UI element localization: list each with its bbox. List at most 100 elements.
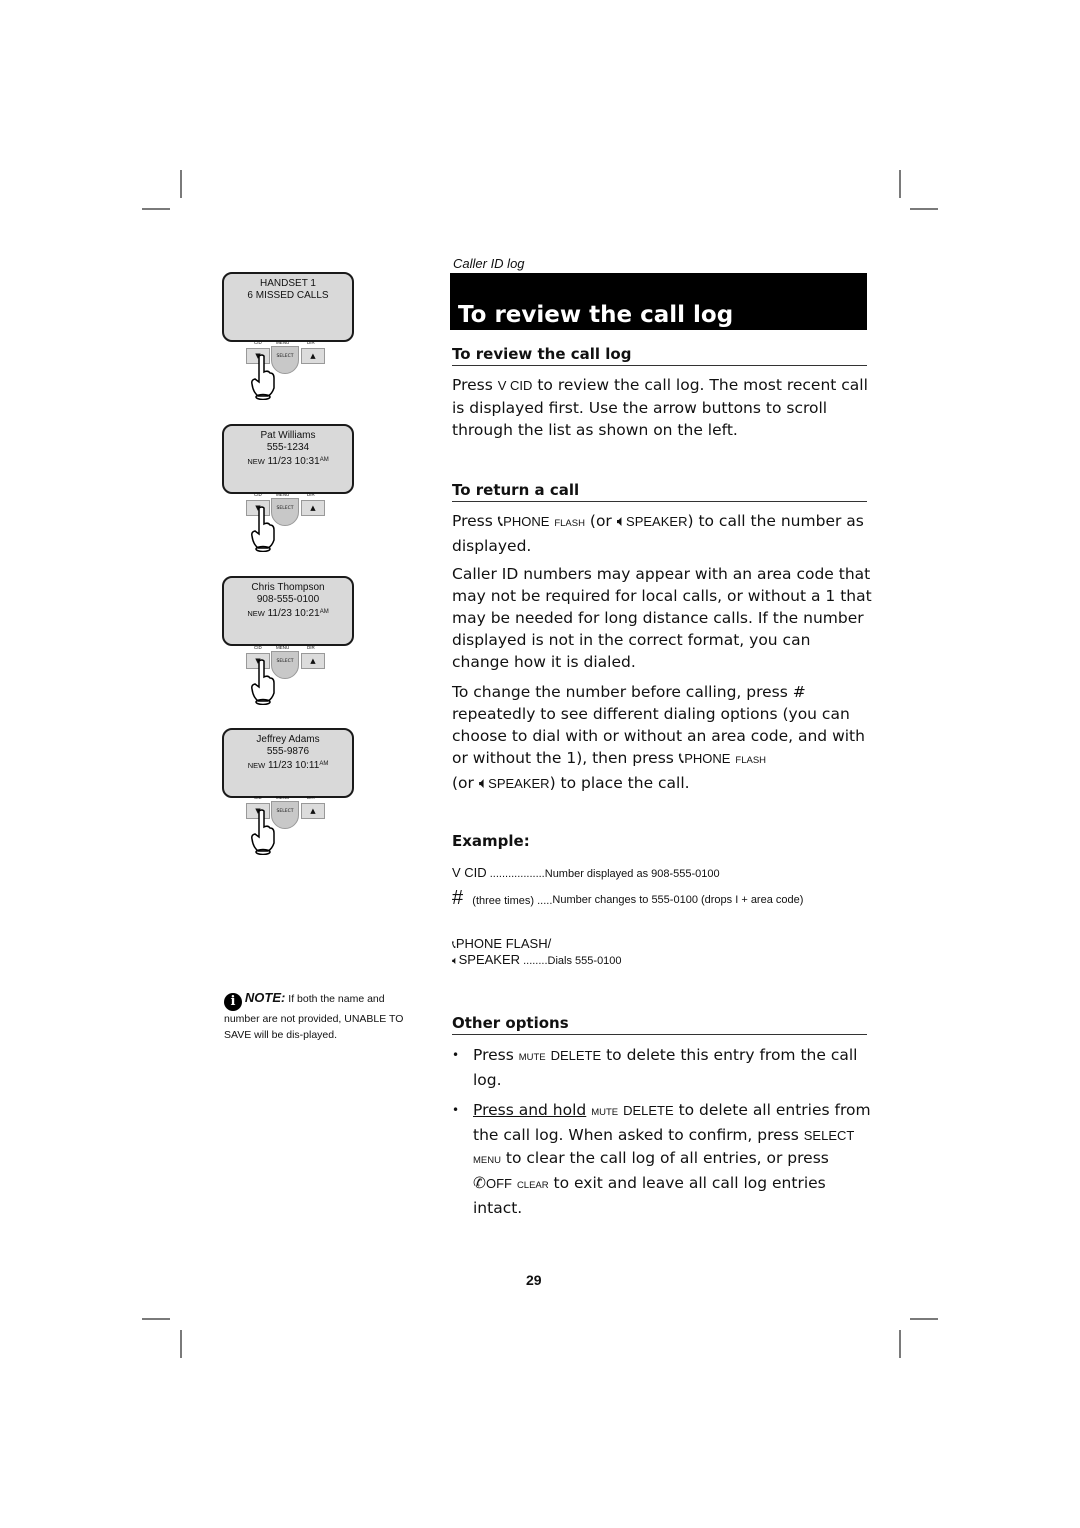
- am-pm: AM: [319, 761, 329, 767]
- pointing-hand-icon: [251, 354, 275, 400]
- caller-name: Jeffrey Adams: [256, 734, 320, 745]
- example-key: #: [452, 887, 464, 909]
- new-badge: NEW: [247, 457, 265, 466]
- page-title-banner: To review the call log: [450, 273, 867, 330]
- flash-key-label: FLASH: [735, 755, 767, 766]
- leader-dots: .....: [534, 895, 553, 907]
- new-badge: NEW: [247, 761, 266, 770]
- menu-label: MENU: [276, 492, 290, 497]
- flash-key-label: FLASH: [554, 518, 585, 529]
- text: Press: [473, 1046, 519, 1064]
- speaker-icon: 🔈︎: [616, 512, 627, 530]
- handset-screen-entry: Chris Thompson 908-555-0100 NEW 11/23 10…: [222, 576, 354, 646]
- caller-number: 555-1234: [266, 442, 310, 453]
- screen-line: 6 MISSED CALLS: [247, 290, 329, 301]
- options-list: Press MUTE DELETE to delete this entry f…: [452, 1044, 872, 1227]
- dir-up-button: ▲: [301, 348, 325, 364]
- handset-screen-entry: Jeffrey Adams 555-9876 NEW 11/23 10:11AM: [222, 728, 354, 798]
- leader-dots: ..................: [486, 868, 545, 880]
- list-item: Press MUTE DELETE to delete this entry f…: [452, 1044, 872, 1091]
- text: Press: [452, 376, 498, 394]
- am-pm: AM: [319, 457, 329, 463]
- list-item: Press and hold MUTE DELETE to delete all…: [452, 1099, 872, 1219]
- select-key-label: SELECT: [803, 1128, 855, 1143]
- change-number-paragraph: To change the number before calling, pre…: [452, 681, 872, 795]
- leader-dots: ........: [520, 955, 548, 967]
- page-title: To review the call log: [458, 302, 734, 328]
- phone-key-label: PHONE: [684, 751, 731, 766]
- note-box: i NOTE: If both the name and number are …: [224, 990, 404, 1043]
- example-row: 📞︎PHONE FLASH/🔈︎SPEAKER ........Dials 55…: [452, 936, 622, 968]
- speaker-icon: 🔈︎: [478, 774, 489, 792]
- keypad-illustration: CID MENU DIR ▼ SELECT ▲: [246, 645, 326, 715]
- caller-name: Chris Thompson: [251, 582, 325, 593]
- example-key: PHONE FLASH/: [455, 936, 552, 951]
- example-key: SPEAKER: [458, 952, 521, 967]
- emphasis-text: Press and hold: [473, 1101, 587, 1119]
- delete-key-label: DELETE: [623, 1103, 674, 1118]
- handset-screen-missed-calls: HANDSET 1 6 MISSED CALLS: [222, 272, 354, 342]
- mute-key-label: MUTE: [518, 1052, 546, 1063]
- mute-key-label: MUTE: [591, 1107, 619, 1118]
- cid-label: CID: [254, 645, 262, 650]
- call-time: 11/23 10:11: [267, 760, 320, 771]
- area-code-paragraph: Caller ID numbers may appear with an are…: [452, 565, 872, 671]
- text: Press: [452, 512, 498, 530]
- crop-mark: [180, 170, 182, 198]
- menu-key-label: MENU: [473, 1155, 501, 1166]
- off-key-label: OFF: [486, 1176, 512, 1191]
- crop-mark: [899, 170, 901, 198]
- page-number: 29: [526, 1272, 542, 1288]
- caller-name: Pat Williams: [260, 430, 316, 441]
- dir-up-button: ▲: [301, 500, 325, 516]
- keypad-illustration: CID MENU DIR ▼ SELECT ▲: [246, 340, 326, 410]
- handset-screen-entry: Pat Williams 555-1234 NEW 11/23 10:31AM: [222, 424, 354, 494]
- speaker-key-label: SPEAKER: [626, 514, 688, 529]
- clear-key-label: CLEAR: [516, 1180, 549, 1191]
- crop-mark: [142, 208, 170, 210]
- example-result: Dials 555-0100: [547, 955, 622, 967]
- cid-label: CID: [254, 492, 262, 497]
- off-handset-icon: ✆: [473, 1174, 486, 1192]
- call-time: 11/23 10:31: [267, 456, 320, 467]
- keypad-illustration: CID MENU DIR ▼ SELECT ▲: [246, 795, 326, 865]
- section-label: Caller ID log: [453, 256, 525, 271]
- phone-key-label: PHONE: [503, 514, 550, 529]
- example-row: # (three times) .....Number changes to 5…: [452, 887, 822, 913]
- heading-example: Example:: [452, 832, 530, 850]
- heading-return-call: To return a call: [452, 481, 867, 502]
- info-icon: i: [224, 993, 242, 1011]
- heading-review-call-log: To review the call log: [452, 345, 867, 366]
- delete-key-label: DELETE: [550, 1048, 602, 1063]
- new-badge: NEW: [247, 609, 265, 618]
- return-call-paragraph: Press 📞︎PHONE FLASH (or 🔈︎SPEAKER) to ca…: [452, 510, 872, 557]
- crop-mark: [142, 1318, 170, 1320]
- heading-other-options: Other options: [452, 1014, 867, 1035]
- crop-mark: [910, 1318, 938, 1320]
- text: To change the number before calling, pre…: [452, 683, 865, 767]
- example-row: V CID ..................Number displayed…: [452, 865, 720, 880]
- caller-number: 555-9876: [266, 746, 310, 757]
- dir-label: DIR: [307, 492, 315, 497]
- cid-label: CID: [254, 340, 262, 345]
- speaker-key-label: SPEAKER: [488, 776, 550, 791]
- example-result: Number changes to 555-0100 (drops I + ar…: [552, 894, 804, 906]
- pointing-hand-icon: [251, 659, 275, 705]
- crop-mark: [910, 208, 938, 210]
- crop-mark: [180, 1330, 182, 1358]
- text: ) to place the call.: [549, 774, 690, 792]
- crop-mark: [899, 1330, 901, 1358]
- example-key: V CID: [452, 865, 487, 880]
- am-pm: AM: [319, 609, 329, 615]
- dir-label: DIR: [307, 340, 315, 345]
- review-paragraph: Press V CID to review the call log. The …: [452, 374, 872, 441]
- speaker-icon: 🔈︎: [452, 955, 459, 967]
- example-result: Number displayed as 908-555-0100: [544, 868, 720, 880]
- menu-label: MENU: [276, 340, 290, 345]
- caller-number: 908-555-0100: [256, 594, 320, 605]
- menu-label: MENU: [276, 795, 290, 800]
- dir-label: DIR: [307, 795, 315, 800]
- pointing-hand-icon: [251, 809, 275, 855]
- note-title: NOTE:: [244, 990, 286, 1005]
- dir-up-button: ▲: [301, 803, 325, 819]
